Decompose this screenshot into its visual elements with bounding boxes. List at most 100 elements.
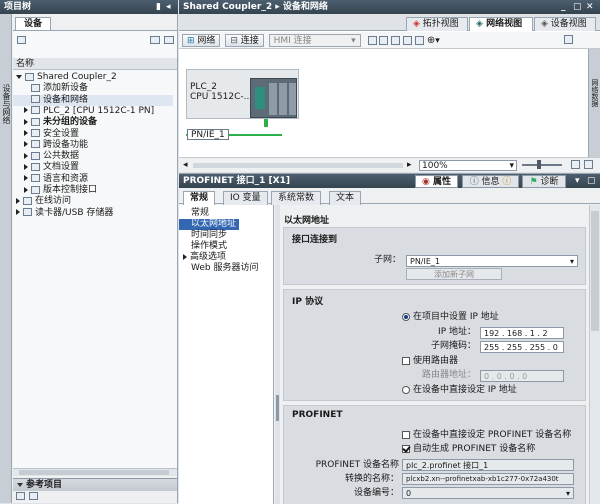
set-ip-in-device-option[interactable]: 在设备中直接设定 IP 地址 [402, 385, 517, 396]
tab-info[interactable]: ⓘ 信息 ⓘ [462, 175, 519, 188]
security-icon [31, 129, 40, 137]
tab-properties[interactable]: ◉ 属性 [415, 175, 458, 188]
expander-icon[interactable] [24, 175, 28, 182]
hmi-connection-select[interactable]: HMI 连接 ▾ [268, 34, 361, 47]
converted-name-field[interactable]: plcxb2.xn--profinetxab-xb1c277-0x72a430t [402, 473, 574, 485]
nav-time-sync[interactable]: 时间同步 [179, 230, 273, 241]
tree-item[interactable]: 文档设置 [13, 162, 79, 173]
set-name-in-device-checkbox[interactable]: 在设备中直接设定 PROFINET 设备名称 [402, 430, 571, 441]
expander-icon[interactable] [24, 107, 28, 114]
tree-list: Shared Coupler_2 添加新设备 设备和网络 PLC_2 [CPU 151… [13, 70, 177, 468]
overview-icon[interactable] [584, 160, 593, 169]
nav-advanced-options[interactable]: 高级选项 [179, 252, 273, 263]
tree-item[interactable]: 未分组的设备 [13, 117, 97, 128]
expander-icon[interactable] [16, 209, 20, 216]
address-icon[interactable] [379, 36, 389, 45]
network-canvas[interactable]: PLC_2 CPU 1512C-... PN/IE_1 [179, 49, 589, 157]
device-number-select[interactable]: 0 ▾ [402, 487, 574, 499]
tree-item-label: 设备和网络 [43, 94, 89, 105]
tree-hscroll[interactable] [13, 468, 177, 476]
tab-diagnostics[interactable]: ⚑ 诊断 [522, 175, 566, 188]
expander-icon[interactable] [24, 118, 28, 125]
column-header[interactable]: 名称 [13, 58, 177, 70]
properties-vscroll[interactable] [589, 205, 600, 504]
inspector-collapse-icon[interactable]: ▾ [575, 176, 580, 186]
inspector-restore-icon[interactable]: ▢ [587, 176, 596, 186]
nav-general[interactable]: 常规 [179, 208, 273, 219]
tree-item[interactable]: 读卡器/USB 存储器 [13, 208, 113, 219]
expander-icon[interactable] [24, 141, 28, 148]
tab-texts[interactable]: 文本 [329, 191, 362, 205]
reference-projects-header[interactable]: 参考项目 [13, 478, 177, 491]
zoom-slider[interactable] [522, 164, 562, 166]
tab-general[interactable]: 常规 [183, 191, 216, 205]
set-ip-in-project-option[interactable]: 在项目中设置 IP 地址 [402, 312, 499, 323]
zoom-slider-thumb[interactable] [537, 160, 541, 169]
devices-tab[interactable]: 设备 [15, 17, 51, 30]
network-data-side-tab[interactable]: 网络数据 [588, 49, 600, 157]
device-icon[interactable] [17, 36, 26, 44]
expander-icon[interactable] [16, 197, 20, 204]
add-new-subnet-button[interactable]: 添加新子网 [406, 268, 502, 280]
tree-item[interactable]: 安全设置 [13, 129, 79, 140]
subnet-label[interactable]: PN/IE_1 [187, 129, 229, 140]
pin-icon[interactable]: ▮ [156, 0, 161, 14]
tab-topology-view[interactable]: ◈ 拓扑视图 [406, 17, 468, 31]
view-tabs-bar: ◈ 拓扑视图 ◈ 网络视图 ◈ 设备视图 [179, 14, 600, 31]
tree-item[interactable]: 设备和网络 [13, 94, 173, 106]
router-address-field[interactable]: 0 . 0 . 0 . 0 [480, 370, 564, 382]
open-reference-icon[interactable] [16, 492, 25, 500]
editor-settings-icon[interactable] [564, 35, 573, 44]
scroll-right-icon[interactable]: ▸ [407, 160, 412, 170]
tree-item[interactable]: Shared Coupler_2 [13, 72, 117, 83]
use-router-checkbox[interactable]: 使用路由器 [402, 356, 458, 367]
tree-item[interactable]: 跨设备功能 [13, 140, 88, 151]
grid-icon[interactable] [391, 36, 401, 45]
nav-operating-mode[interactable]: 操作模式 [179, 241, 273, 252]
split-icon[interactable] [403, 36, 413, 45]
devices-networks-side-tab[interactable]: 设备与网络 [0, 14, 12, 503]
tab-io-tags[interactable]: IO 变量 [223, 191, 268, 205]
subnet-select[interactable]: PN/IE_1 ▾ [406, 255, 578, 267]
auto-generate-name-checkbox[interactable]: 自动生成 PROFINET 设备名称 [402, 444, 535, 455]
network-button[interactable]: ⊞ 网络 [182, 34, 221, 47]
close-icon[interactable]: ✕ [586, 0, 594, 14]
close-reference-icon[interactable] [29, 492, 38, 500]
zoom-menu-icon[interactable]: ▾ [435, 36, 440, 46]
expander-icon[interactable] [24, 163, 28, 170]
restore-icon[interactable]: ▢ [573, 0, 582, 14]
scroll-left-icon[interactable]: ◂ [183, 160, 188, 170]
list-view-icon[interactable] [164, 36, 174, 44]
profinet-name-field[interactable]: plc_2.profinet 接口_1 [402, 459, 574, 471]
tree-item[interactable]: 公共数据 [13, 151, 79, 162]
nav-web-server-access[interactable]: Web 服务器访问 [179, 263, 273, 274]
tree-item[interactable]: 版本控制接口 [13, 185, 97, 196]
tree-item-label: 语言和资源 [43, 173, 89, 184]
tree-item[interactable]: PLC_2 [CPU 1512C-1 PN] [13, 106, 154, 117]
layout-icon[interactable] [415, 36, 424, 45]
expander-icon[interactable] [24, 130, 28, 136]
tab-device-view[interactable]: ◈ 设备视图 [534, 17, 596, 31]
expander-icon[interactable] [16, 74, 22, 79]
zoom-select[interactable]: 100% ▾ [419, 160, 517, 171]
connect-button[interactable]: ⊟ 连接 [225, 34, 264, 47]
tree-item[interactable]: 添加新设备 [13, 83, 88, 94]
relation-icon[interactable] [367, 36, 377, 45]
editor-titlebar: Shared Coupler_2 ▸ 设备和网络 _ ▢ ✕ [179, 0, 600, 14]
fit-view-icon[interactable] [571, 160, 580, 169]
tab-system-constants[interactable]: 系统常数 [271, 191, 322, 205]
minimize-icon[interactable]: _ [561, 0, 566, 14]
port-connector[interactable] [264, 119, 268, 127]
expander-icon[interactable] [24, 152, 28, 159]
nav-ethernet-address[interactable]: 以太网地址 [179, 219, 239, 230]
tab-network-view[interactable]: ◈ 网络视图 [469, 17, 533, 31]
tree-item[interactable]: 在线访问 [13, 196, 71, 207]
subnet-mask-field[interactable]: 255 . 255 . 255 . 0 [480, 341, 564, 353]
ip-address-field[interactable]: 192 . 168 . 1 . 2 [480, 327, 564, 339]
collapse-icon[interactable]: ◂ [166, 0, 171, 14]
zoom-in-icon[interactable]: ⊕ [427, 35, 435, 46]
plc-device-box[interactable]: PLC_2 CPU 1512C-... [186, 69, 299, 127]
table-view-icon[interactable] [150, 36, 160, 44]
tree-item[interactable]: 语言和资源 [13, 174, 88, 185]
expander-icon[interactable] [24, 186, 28, 193]
